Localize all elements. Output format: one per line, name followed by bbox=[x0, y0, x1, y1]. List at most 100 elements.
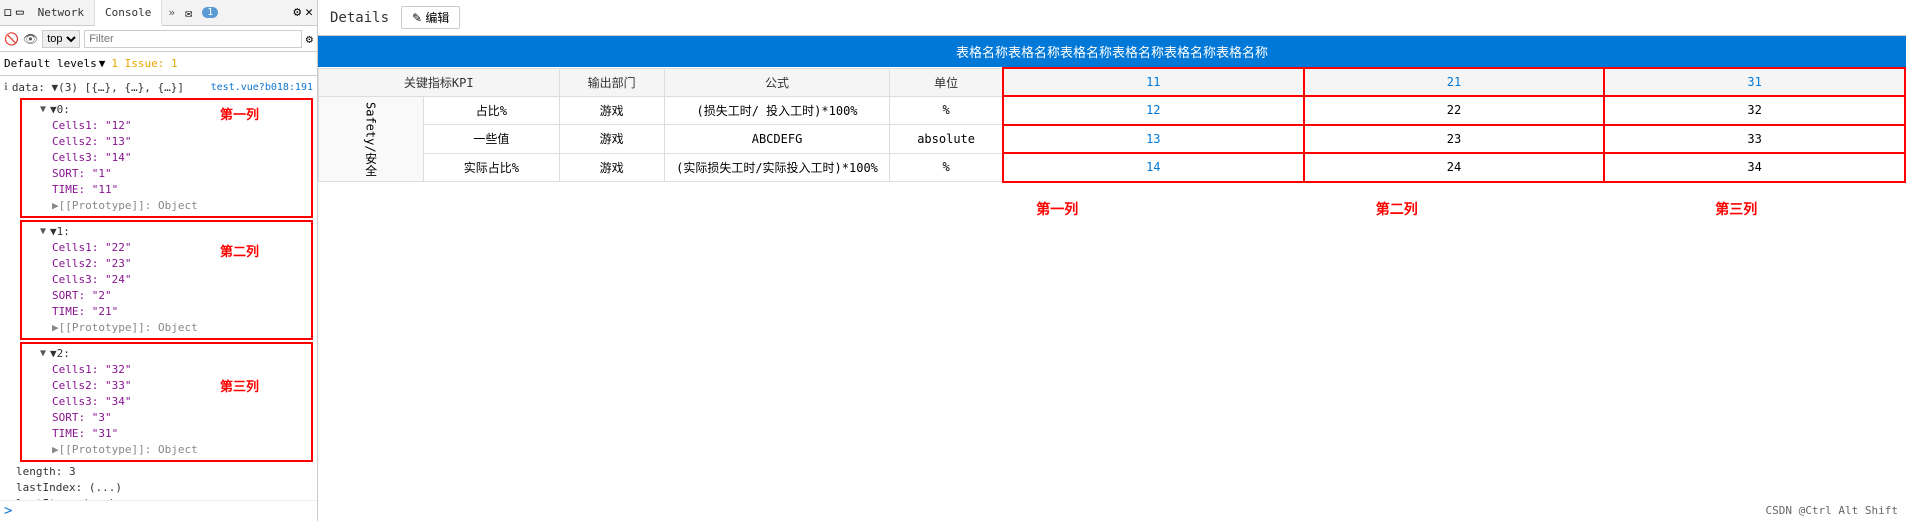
console-output[interactable]: ℹ data: ▼(3) [{…}, {…}, {…}] test.vue?b0… bbox=[0, 76, 317, 500]
item1-proto: ▶[[Prototype]]: Object bbox=[24, 320, 309, 336]
item0-cells1: Cells1: "12" bbox=[24, 118, 309, 134]
item0-proto: ▶[[Prototype]]: Object bbox=[24, 198, 309, 214]
row3-unit: % bbox=[890, 153, 1003, 182]
item1-time: TIME: "21" bbox=[24, 304, 309, 320]
details-header: Details ✎ 编辑 bbox=[318, 0, 1906, 36]
details-title: Details bbox=[330, 10, 389, 26]
row2-col2: 23 bbox=[1304, 125, 1605, 154]
annotation-col3: 第三列 bbox=[220, 376, 259, 395]
table-title: 表格名称表格名称表格名称表格名称表格名称表格名称 bbox=[956, 46, 1268, 61]
devtools-icon-inspect[interactable]: ◻ bbox=[4, 5, 12, 20]
th-col1: 11 bbox=[1003, 68, 1304, 96]
devtools-icon-device[interactable]: ▭ bbox=[16, 5, 24, 20]
row2-unit: absolute bbox=[890, 125, 1003, 154]
console-prompt-bar: > bbox=[0, 500, 317, 521]
top-selector[interactable]: top bbox=[42, 30, 80, 48]
levels-bar: Default levels ▼ 1 Issue: 1 bbox=[0, 52, 317, 76]
row1-formula: (损失工时/ 投入工时)*100% bbox=[664, 96, 890, 125]
th-unit: 单位 bbox=[890, 68, 1003, 96]
devtools-panel: ◻ ▭ Network Console » ✉ 1 ⚙ ✕ 🚫 👁 top ⚙ … bbox=[0, 0, 318, 521]
row3-kpi: 实际占比% bbox=[424, 153, 559, 182]
details-panel: Details ✎ 编辑 表格名称表格名称表格名称表格名称表格名称表格名称 关键… bbox=[318, 0, 1906, 521]
th-formula: 公式 bbox=[664, 68, 890, 96]
row2-dept: 游戏 bbox=[559, 125, 664, 154]
th-col2: 21 bbox=[1304, 68, 1605, 96]
filter-input[interactable] bbox=[84, 30, 302, 48]
row3-col2: 24 bbox=[1304, 153, 1605, 182]
item2-proto: ▶[[Prototype]]: Object bbox=[24, 442, 309, 458]
row2-col3: 33 bbox=[1604, 125, 1905, 154]
console-line-data: ℹ data: ▼(3) [{…}, {…}, {…}] test.vue?b0… bbox=[0, 80, 317, 96]
item2-cells1: Cells1: "32" bbox=[24, 362, 309, 378]
lastindex-line: lastIndex: (...) bbox=[0, 480, 317, 496]
message-icon: ✉ bbox=[185, 6, 192, 20]
edit-button[interactable]: ✎ 编辑 bbox=[401, 6, 460, 29]
item0-cells3: Cells3: "14" bbox=[24, 150, 309, 166]
item0-cells2: Cells2: "13" bbox=[24, 134, 309, 150]
table-title-bar: 表格名称表格名称表格名称表格名称表格名称表格名称 bbox=[318, 36, 1906, 67]
tab-network[interactable]: Network bbox=[28, 0, 95, 26]
lastitem-line: lastItem: (...) bbox=[0, 496, 317, 500]
row1-kpi: 占比% bbox=[424, 96, 559, 125]
levels-label: Default levels bbox=[4, 57, 97, 70]
table-row-1: Safety/安全 占比% 游戏 (损失工时/ 投入工时)*100% % 12 … bbox=[319, 96, 1906, 125]
annotation-col2: 第二列 bbox=[220, 241, 259, 260]
annotation-col1: 第一列 bbox=[220, 104, 259, 123]
message-badge: 1 bbox=[202, 7, 218, 18]
data-table: 关键指标KPI 输出部门 公式 单位 11 21 31 Safety/安全 占比… bbox=[318, 67, 1906, 183]
item0-index: ▼ ▼0: bbox=[24, 102, 309, 118]
row1-col3: 32 bbox=[1604, 96, 1905, 125]
item0-block: ▼ ▼0: Cells1: "12" Cells2: "13" Cells3: … bbox=[20, 98, 313, 218]
table-row-3: 实际占比% 游戏 (实际损失工时/实际投入工时)*100% % 14 24 34 bbox=[319, 153, 1906, 182]
annotation-area: 第一列 第二列 第三列 bbox=[318, 191, 1906, 227]
row1-dept: 游戏 bbox=[559, 96, 664, 125]
chevron-down-icon: ▼ bbox=[99, 57, 106, 70]
col2-annotation: 第二列 bbox=[1376, 201, 1418, 217]
row3-formula: (实际损失工时/实际投入工时)*100% bbox=[664, 153, 890, 182]
item2-cells2: Cells2: "33" bbox=[24, 378, 309, 394]
filter-toolbar: 🚫 👁 top ⚙ bbox=[0, 26, 317, 52]
item1-cells2: Cells2: "23" bbox=[24, 256, 309, 272]
row1-unit: % bbox=[890, 96, 1003, 125]
tab-more[interactable]: » bbox=[162, 6, 181, 19]
close-icon[interactable]: ✕ bbox=[305, 5, 313, 20]
clear-icon[interactable]: 🚫 bbox=[4, 32, 19, 46]
length-line: length: 3 bbox=[0, 464, 317, 480]
item1-sort: SORT: "2" bbox=[24, 288, 309, 304]
table-row-2: 一些值 游戏 ABCDEFG absolute 13 23 33 bbox=[319, 125, 1906, 154]
item0-sort: SORT: "1" bbox=[24, 166, 309, 182]
col1-annotation: 第一列 bbox=[1036, 201, 1078, 217]
item2-time: TIME: "31" bbox=[24, 426, 309, 442]
tab-console[interactable]: Console bbox=[95, 0, 162, 26]
item2-cells3: Cells3: "34" bbox=[24, 394, 309, 410]
default-levels-dropdown[interactable]: Default levels ▼ bbox=[4, 57, 105, 70]
item1-index: ▼ ▼1: bbox=[24, 224, 309, 240]
th-kpi: 关键指标KPI bbox=[319, 68, 560, 96]
item2-index: ▼ ▼2: bbox=[24, 346, 309, 362]
details-footer: CSDN @Ctrl Alt Shift bbox=[318, 227, 1906, 521]
issues-badge: 1 Issue: 1 bbox=[111, 57, 177, 70]
csdn-watermark: CSDN @Ctrl Alt Shift bbox=[1766, 504, 1898, 517]
th-col3: 31 bbox=[1604, 68, 1905, 96]
row3-col3: 34 bbox=[1604, 153, 1905, 182]
col3-annotation: 第三列 bbox=[1715, 201, 1757, 217]
eye-icon[interactable]: 👁 bbox=[23, 32, 38, 46]
row2-formula: ABCDEFG bbox=[664, 125, 890, 154]
item0-time: TIME: "11" bbox=[24, 182, 309, 198]
item1-block: ▼ ▼1: Cells1: "22" Cells2: "23" Cells3: … bbox=[20, 220, 313, 340]
prompt-icon: > bbox=[4, 503, 12, 519]
settings-icon[interactable]: ⚙ bbox=[293, 5, 301, 20]
row1-col1: 12 bbox=[1003, 96, 1304, 125]
category-cell: Safety/安全 bbox=[319, 96, 424, 182]
item1-cells1: Cells1: "22" bbox=[24, 240, 309, 256]
item1-cells3: Cells3: "24" bbox=[24, 272, 309, 288]
row1-col2: 22 bbox=[1304, 96, 1605, 125]
th-dept: 输出部门 bbox=[559, 68, 664, 96]
row3-dept: 游戏 bbox=[559, 153, 664, 182]
tab-bar: ◻ ▭ Network Console » ✉ 1 ⚙ ✕ bbox=[0, 0, 317, 26]
filter-settings-icon[interactable]: ⚙ bbox=[306, 32, 313, 46]
row2-col1: 13 bbox=[1003, 125, 1304, 154]
table-header-row: 关键指标KPI 输出部门 公式 单位 11 21 31 bbox=[319, 68, 1906, 96]
row3-col1: 14 bbox=[1003, 153, 1304, 182]
item2-sort: SORT: "3" bbox=[24, 410, 309, 426]
